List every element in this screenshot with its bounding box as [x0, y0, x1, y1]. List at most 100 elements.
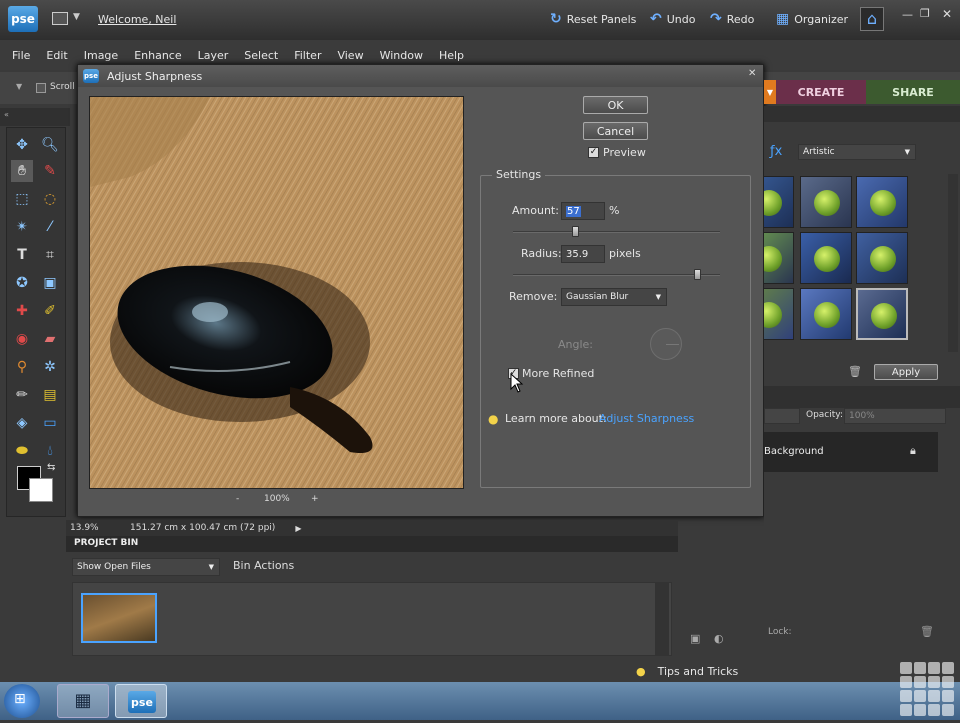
show-open-files-select[interactable]: Show Open Files ▼ [72, 558, 220, 576]
magic-wand-tool-icon[interactable]: ✴ [11, 216, 33, 238]
crop-tool-icon[interactable]: ⌗ [39, 244, 61, 266]
menu-image[interactable]: Image [76, 49, 126, 62]
trash-icon[interactable]: 🗑︎ [920, 625, 934, 638]
eraser-tool-icon[interactable]: ▰ [39, 328, 61, 350]
zoom-out-button[interactable]: - [236, 494, 239, 504]
welcome-link[interactable]: Welcome, Neil [98, 13, 176, 26]
learn-more-link[interactable]: Adjust Sharpness [599, 412, 694, 425]
healing-brush-tool-icon[interactable]: ✐ [39, 300, 61, 322]
effect-thumb[interactable] [764, 176, 794, 228]
blur-tool-icon[interactable]: 💧︎ [39, 440, 61, 462]
menu-select[interactable]: Select [236, 49, 286, 62]
zoom-tool-icon[interactable]: 🔍︎ [39, 134, 61, 156]
scroll-all-checkbox[interactable] [36, 83, 46, 93]
organizer-button[interactable]: ▦ Organizer [776, 7, 848, 31]
trash-icon[interactable]: 🗑︎ [848, 365, 862, 378]
tab-share[interactable]: SHARE [866, 80, 960, 104]
ok-button[interactable]: OK [583, 96, 648, 114]
effects-filter-select[interactable]: Artistic ▼ [798, 144, 916, 160]
taskbar-pse[interactable]: pse [115, 684, 167, 718]
radius-slider-thumb[interactable] [694, 269, 702, 280]
marquee-tool-icon[interactable]: ⬚ [11, 188, 33, 210]
effect-thumb[interactable] [800, 176, 852, 228]
cancel-button[interactable]: Cancel [583, 122, 648, 140]
status-menu-arrow-icon[interactable]: ▶ [295, 524, 301, 533]
collapse-icon[interactable]: « [4, 110, 9, 119]
clone-stamp-tool-icon[interactable]: ⚲ [11, 356, 33, 378]
type-tool-icon[interactable]: T [11, 244, 33, 266]
project-bin-title: PROJECT BIN [74, 538, 139, 548]
effects-scrollbar[interactable] [948, 174, 958, 352]
effect-thumb[interactable] [856, 176, 908, 228]
lock-label: Lock: [768, 627, 792, 637]
menu-window[interactable]: Window [372, 49, 431, 62]
background-color-swatch[interactable] [29, 478, 53, 502]
redo-button[interactable]: ↷ Redo [710, 7, 754, 31]
menu-help[interactable]: Help [431, 49, 472, 62]
menu-layer[interactable]: Layer [190, 49, 237, 62]
workspace-layout-icon[interactable] [52, 12, 68, 25]
minimize-icon[interactable]: — [902, 8, 913, 21]
apply-button[interactable]: Apply [874, 364, 938, 380]
close-icon[interactable]: ✕ [942, 7, 952, 21]
tool-preset-arrow-icon[interactable]: ▼ [16, 82, 22, 91]
effect-thumb[interactable] [856, 232, 908, 284]
reset-panels-button[interactable]: ↻ Reset Panels [550, 7, 636, 31]
opacity-input[interactable]: 100% [844, 408, 946, 424]
red-eye-tool-icon[interactable]: ✚ [11, 300, 33, 322]
tab-create[interactable]: CREATE [776, 80, 866, 104]
radius-input[interactable]: 35.9 [561, 245, 605, 263]
menu-filter[interactable]: Filter [286, 49, 329, 62]
bin-actions-menu[interactable]: Bin Actions [233, 559, 294, 572]
zoom-in-button[interactable]: + [311, 494, 319, 504]
layer-row[interactable]: Background 🔒︎ [764, 432, 938, 472]
menu-edit[interactable]: Edit [38, 49, 75, 62]
preview-checkbox[interactable]: ✓ [588, 147, 599, 158]
adjustment-layer-icon[interactable]: ◐ [714, 632, 724, 645]
taskbar-organizer[interactable]: ▦ [57, 684, 109, 718]
gradient-tool-icon[interactable]: ▤ [39, 384, 61, 406]
home-icon[interactable]: ⌂ [860, 7, 884, 31]
new-layer-icon[interactable]: ▣ [690, 632, 700, 645]
hand-tool-icon[interactable]: ✋︎ [11, 160, 33, 182]
selection-brush-tool-icon[interactable]: ⁄ [39, 216, 61, 238]
amount-slider-thumb[interactable] [572, 226, 580, 237]
preview-image[interactable] [89, 96, 464, 489]
undo-button[interactable]: ↶ Undo [650, 7, 695, 31]
eyedropper-tool-icon[interactable]: ✎ [39, 160, 61, 182]
bin-scrollbar[interactable] [655, 583, 669, 655]
remove-select[interactable]: Gaussian Blur ▼ [561, 288, 667, 306]
menu-enhance[interactable]: Enhance [126, 49, 189, 62]
eye-tool-icon[interactable]: ◉ [11, 328, 33, 350]
smart-brush-tool-icon[interactable]: ✲ [39, 356, 61, 378]
bin-thumbnail[interactable] [81, 593, 157, 643]
amount-slider-track[interactable] [513, 231, 720, 233]
blend-mode-select[interactable] [764, 408, 800, 424]
fix-tab-edge[interactable]: ▼ [764, 80, 776, 104]
effect-thumb[interactable] [800, 288, 852, 340]
cookie-cutter-tool-icon[interactable]: ✪ [11, 272, 33, 294]
lasso-tool-icon[interactable]: ◌ [39, 188, 61, 210]
dialog-close-icon[interactable]: ✕ [748, 68, 756, 79]
amount-input[interactable]: 57 [561, 202, 605, 220]
start-button[interactable]: ⊞ [4, 684, 40, 718]
sponge-tool-icon[interactable]: ⬬ [11, 440, 33, 462]
menu-view[interactable]: View [329, 49, 371, 62]
menu-file[interactable]: File [0, 49, 38, 62]
restore-icon[interactable]: ❐ [920, 7, 930, 20]
effects-fx-icon[interactable]: ƒx [770, 144, 782, 159]
effect-thumb[interactable] [764, 232, 794, 284]
move-tool-icon[interactable]: ✥ [11, 134, 33, 156]
effect-thumb-selected[interactable] [856, 288, 908, 340]
paint-bucket-tool-icon[interactable]: ◈ [11, 412, 33, 434]
radius-slider-track[interactable] [513, 274, 720, 276]
toolbox: ✥ 🔍︎ ✋︎ ✎ ⬚ ◌ ✴ ⁄ T ⌗ ✪ ▣ ✚ ✐ ◉ ▰ ⚲ ✲ ✏ … [6, 127, 66, 517]
swap-colors-icon[interactable]: ⇆ [47, 462, 55, 473]
effect-thumb[interactable] [800, 232, 852, 284]
chevron-down-icon[interactable]: ▼ [73, 12, 80, 22]
brush-tool-icon[interactable]: ✏ [11, 384, 33, 406]
shape-tool-icon[interactable]: ▭ [39, 412, 61, 434]
recompose-tool-icon[interactable]: ▣ [39, 272, 61, 294]
effect-thumb[interactable] [764, 288, 794, 340]
tips-and-tricks-link[interactable]: Tips and Tricks [658, 665, 739, 678]
